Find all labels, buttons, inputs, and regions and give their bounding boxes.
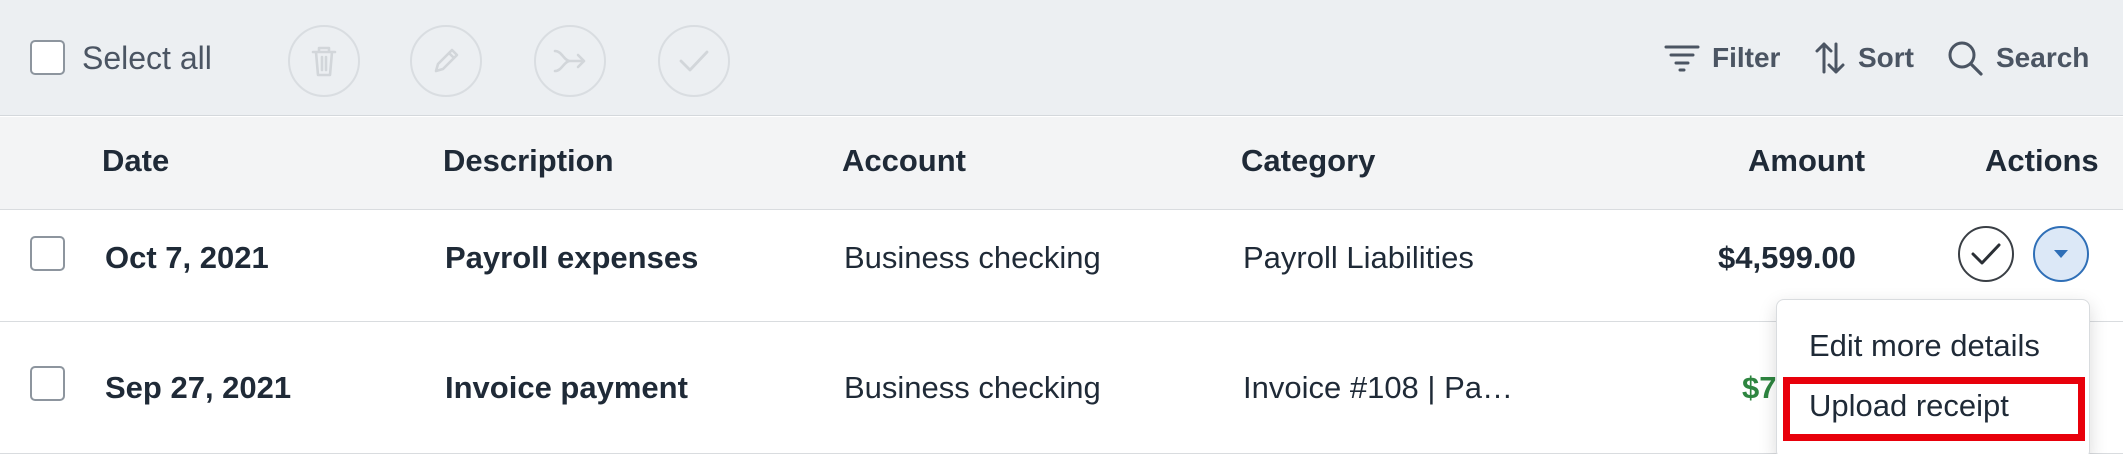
sort-button[interactable]: Sort: [1814, 36, 1914, 80]
accept-button[interactable]: [658, 25, 730, 97]
exclude-arrow-icon: [553, 49, 586, 73]
filter-icon: [1664, 45, 1700, 72]
row-amount: $4,599.00: [1718, 240, 1856, 275]
row-actions-dropdown-button[interactable]: [2033, 226, 2089, 282]
caret-down-icon: [2054, 250, 2068, 258]
select-all-label[interactable]: Select all: [82, 40, 212, 77]
checkmark-icon: [1971, 243, 2001, 265]
pencil-icon: [434, 48, 459, 73]
row-checkbox[interactable]: [30, 236, 65, 271]
row-date: Oct 7, 2021: [105, 240, 269, 275]
sort-label: Sort: [1858, 42, 1914, 73]
menu-item-upload-receipt[interactable]: Upload receipt: [1809, 388, 2009, 424]
column-header-category[interactable]: Category: [1241, 143, 1375, 179]
row-category: Payroll Liabilities: [1243, 240, 1474, 275]
menu-item-edit-more-details[interactable]: Edit more details: [1809, 328, 2040, 364]
row-description: Invoice payment: [445, 370, 688, 405]
accept-row-button[interactable]: [1958, 226, 2014, 282]
row-actions-menu: Edit more details Upload receipt: [1776, 299, 2090, 454]
trash-icon: [311, 46, 337, 77]
column-header-account[interactable]: Account: [842, 143, 966, 179]
select-all-checkbox[interactable]: [30, 40, 65, 75]
edit-button[interactable]: [410, 25, 482, 97]
row-date: Sep 27, 2021: [105, 370, 292, 405]
sort-icon: [1815, 42, 1845, 74]
search-label: Search: [1996, 42, 2090, 73]
search-button[interactable]: Search: [1946, 36, 2089, 80]
column-header-actions: Actions: [1985, 143, 2099, 178]
filter-button[interactable]: Filter: [1664, 36, 1780, 80]
column-header-date[interactable]: Date: [102, 143, 169, 179]
row-account: Business checking: [844, 240, 1101, 275]
filter-label: Filter: [1712, 42, 1781, 73]
row-description: Payroll expenses: [445, 240, 699, 275]
column-header-description[interactable]: Description: [443, 143, 614, 179]
search-icon: [1948, 41, 1983, 76]
row-category: Invoice #108 | Pa…: [1243, 370, 1513, 405]
row-account: Business checking: [844, 370, 1101, 405]
checkmark-icon: [679, 50, 709, 72]
row-checkbox[interactable]: [30, 366, 65, 401]
table-header: Date Description Account Category Amount…: [0, 117, 2123, 210]
exclude-button[interactable]: [534, 25, 606, 97]
column-header-amount[interactable]: Amount: [1748, 143, 1865, 179]
delete-button[interactable]: [288, 25, 360, 97]
bulk-actions-toolbar: Select all Filter Sort Search: [0, 0, 2123, 116]
row-amount: $7: [1742, 370, 1777, 405]
